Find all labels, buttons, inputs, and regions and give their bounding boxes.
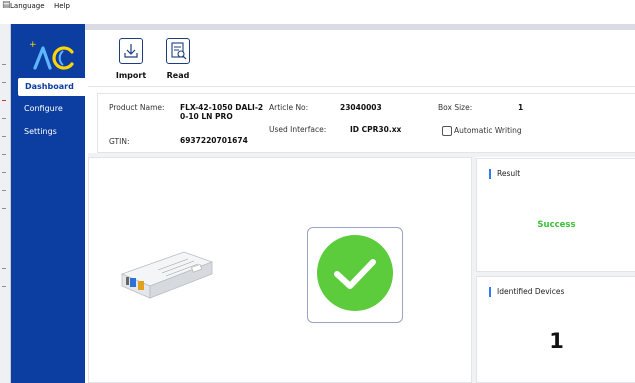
checkmark-icon [317, 235, 393, 311]
read-icon [166, 38, 190, 64]
article-value: 23040003 [340, 103, 382, 112]
menu-bar: ▤ Language Help [0, 0, 635, 24]
led-driver-image [120, 251, 214, 299]
automatic-writing-label: Automatic Writing [454, 126, 522, 135]
product-name-label: Product Name: [109, 103, 165, 112]
import-icon [119, 38, 143, 64]
identified-devices-card: Identified Devices 1 [476, 276, 635, 383]
box-size-label: Box Size: [438, 103, 473, 112]
product-name-value-line1: FLX-42-1050 DALI-2 [180, 103, 264, 112]
import-label: Import [115, 71, 147, 80]
result-title: Result [489, 169, 520, 179]
result-card: Result Success [476, 158, 635, 272]
toolbar: Import Read [88, 30, 635, 87]
menu-help[interactable]: Help [54, 2, 70, 10]
sidebar-item-configure[interactable]: Configure [11, 100, 85, 118]
product-info-panel [97, 93, 635, 153]
sidebar-item-dashboard[interactable]: Dashboard [18, 78, 85, 96]
identified-devices-title: Identified Devices [489, 287, 564, 297]
product-name-value-line2: 0-10 LN PRO [180, 112, 233, 121]
menu-language[interactable]: Language [10, 2, 45, 10]
background-window-edge [0, 24, 11, 383]
box-size-value: 1 [518, 103, 524, 112]
interface-value: ID CPR30.xx [350, 125, 402, 134]
read-button[interactable]: Read [160, 36, 200, 84]
gtin-value: 6937220701674 [180, 136, 248, 145]
sidebar: + Dashboard Configure Settings [11, 24, 85, 383]
read-label: Read [166, 71, 190, 80]
interface-label: Used Interface: [269, 125, 327, 134]
app-logo: + [29, 40, 74, 70]
result-status: Success [537, 220, 576, 230]
automatic-writing-checkbox[interactable] [442, 126, 452, 136]
svg-text:+: + [29, 40, 37, 50]
gtin-label: GTIN: [109, 137, 130, 146]
article-label: Article No: [269, 103, 309, 112]
identified-devices-count: 1 [549, 329, 564, 353]
success-indicator-box [307, 227, 403, 323]
sidebar-item-settings[interactable]: Settings [11, 123, 85, 141]
import-button[interactable]: Import [107, 36, 147, 84]
